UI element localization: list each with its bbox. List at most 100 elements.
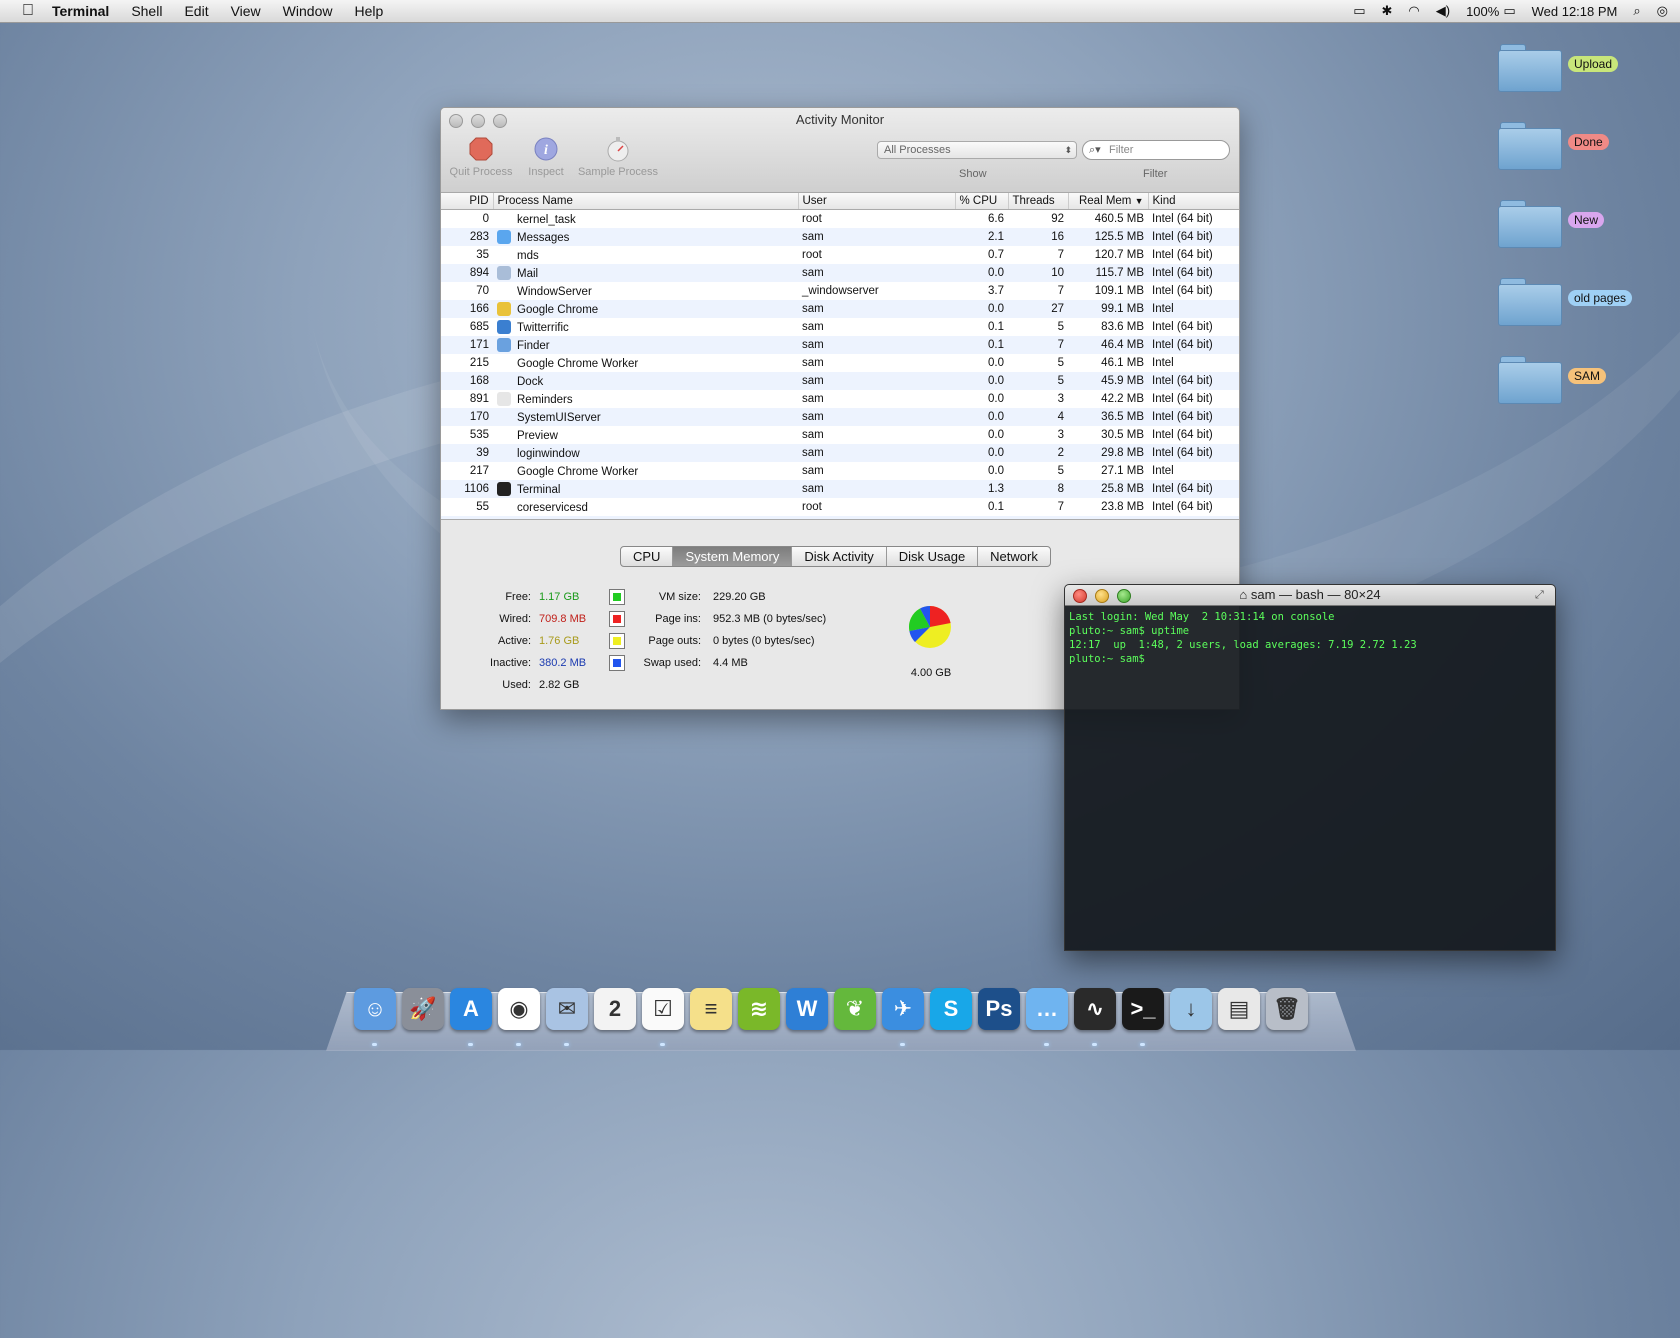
reminders-icon[interactable]: ☑	[642, 988, 684, 1030]
downloads-folder-icon[interactable]: ↓	[1170, 988, 1212, 1030]
col-header-user[interactable]: User	[798, 193, 956, 210]
table-row[interactable]: 894 Mail sam 0.0 10 115.7 MB Intel (64 bit)	[441, 264, 1239, 282]
chrome-icon[interactable]: ◉	[498, 988, 540, 1030]
kind-cell: Intel (64 bit)	[1148, 408, 1239, 426]
trash-icon[interactable]: 🗑	[1266, 988, 1308, 1030]
word-icon[interactable]: W	[786, 988, 828, 1030]
quit-process-button[interactable]: Quit Process	[445, 136, 517, 178]
col-header-pid[interactable]: PID	[441, 193, 494, 210]
table-row[interactable]: 215 Google Chrome Worker sam 0.0 5 46.1 MB Int…	[441, 354, 1239, 372]
table-row[interactable]: 283 Messages sam 2.1 16 125.5 MB Intel (64 bit…	[441, 228, 1239, 246]
documents-icon[interactable]: ▤	[1218, 988, 1260, 1030]
twitterrific-icon[interactable]: ✈	[882, 988, 924, 1030]
menu-app-name[interactable]: Terminal	[52, 3, 109, 19]
show-processes-popup[interactable]: All Processes ⬍	[877, 141, 1077, 159]
am-toolbar: Activity Monitor Quit Process i Inspect …	[441, 108, 1239, 193]
photoshop-icon[interactable]: Ps	[978, 988, 1020, 1030]
table-row[interactable]: 891 Reminders sam 0.0 3 42.2 MB Intel (64 bit)	[441, 390, 1239, 408]
desktop-folder-icon[interactable]	[1498, 276, 1562, 326]
desktop-folder-label[interactable]: Upload	[1568, 56, 1619, 72]
col-header-process-name[interactable]: Process Name	[493, 193, 799, 210]
table-row[interactable]: 1107CalendarAgentsam0.0723.3 MBIntel (64…	[441, 516, 1239, 519]
skype-icon[interactable]: S	[930, 988, 972, 1030]
tab-system-memory[interactable]: System Memory	[673, 547, 793, 566]
battery-icon[interactable]: ▭	[1503, 3, 1515, 19]
process-name-cell: Google Chrome Worker	[493, 462, 798, 480]
table-row[interactable]: 35 mds root 0.7 7 120.7 MB Intel (64 bit)	[441, 246, 1239, 264]
sample-process-button[interactable]: Sample Process	[575, 136, 661, 178]
app-store-icon[interactable]: A	[450, 988, 492, 1030]
table-row[interactable]: 685 Twitterrific sam 0.1 5 83.6 MB Intel (64 b…	[441, 318, 1239, 336]
table-row[interactable]: 1106 Terminal sam 1.3 8 25.8 MB Intel (64 bit)	[441, 480, 1239, 498]
tab-disk-activity[interactable]: Disk Activity	[792, 547, 887, 566]
table-row[interactable]: 168 Dock sam 0.0 5 45.9 MB Intel (64 bit)	[441, 372, 1239, 390]
wired-color-swatch[interactable]	[609, 611, 625, 627]
col-header-cpu[interactable]: % CPU	[955, 193, 1009, 210]
col-header-threads[interactable]: Threads	[1008, 193, 1069, 210]
tab-disk-usage[interactable]: Disk Usage	[887, 547, 979, 566]
volume-icon[interactable]: ◀)	[1436, 3, 1450, 19]
desktop-folder-icon[interactable]	[1498, 120, 1562, 170]
wifi-icon[interactable]: ◠	[1408, 3, 1419, 19]
table-row[interactable]: 55 coreservicesd root 0.1 7 23.8 MB Intel (64 …	[441, 498, 1239, 516]
col-header-kind[interactable]: Kind	[1148, 193, 1239, 210]
desktop-folder-label[interactable]: Done	[1568, 134, 1609, 150]
table-row[interactable]: 0 kernel_task root 6.6 92 460.5 MB Intel (64 b…	[441, 209, 1239, 228]
mail-icon[interactable]: ✉	[546, 988, 588, 1030]
table-row[interactable]: 217 Google Chrome Worker sam 0.0 5 27.1 MB Int…	[441, 462, 1239, 480]
tab-network[interactable]: Network	[978, 547, 1050, 566]
clock[interactable]: Wed 12:18 PM	[1532, 4, 1618, 19]
table-row[interactable]: 39 loginwindow sam 0.0 2 29.8 MB Intel (64 bit…	[441, 444, 1239, 462]
table-row[interactable]: 166 Google Chrome sam 0.0 27 99.1 MB Intel	[441, 300, 1239, 318]
launchpad-icon[interactable]: 🚀	[402, 988, 444, 1030]
pid-cell: 55	[441, 498, 493, 516]
fullscreen-icon[interactable]: ⤢	[1535, 589, 1547, 601]
terminal-icon	[497, 482, 511, 496]
col-header-real-mem[interactable]: Real Mem ▼	[1068, 193, 1149, 210]
menu-shell[interactable]: Shell	[131, 3, 162, 19]
inactive-color-swatch[interactable]	[609, 655, 625, 671]
bluetooth-icon[interactable]: ✱	[1381, 3, 1392, 19]
table-row[interactable]: 535 Preview sam 0.0 3 30.5 MB Intel (64 bit)	[441, 426, 1239, 444]
table-row[interactable]: 170 SystemUIServer sam 0.0 4 36.5 MB Intel (64…	[441, 408, 1239, 426]
activity-monitor-icon[interactable]: ∿	[1074, 988, 1116, 1030]
threads-cell: 2	[1008, 444, 1068, 462]
table-row[interactable]: 70 WindowServer _windowserver 3.7 7 109.1 MB I…	[441, 282, 1239, 300]
filter-search-field[interactable]: ⌕▾ Filter	[1082, 140, 1230, 160]
desktop-folder-label[interactable]: New	[1568, 212, 1605, 228]
inspect-button[interactable]: i Inspect	[523, 136, 569, 178]
spotlight-icon[interactable]: ⌕	[1633, 3, 1640, 19]
tab-cpu[interactable]: CPU	[621, 547, 674, 566]
messages-icon[interactable]: …	[1026, 988, 1068, 1030]
apple-menu-icon[interactable]: 	[18, 2, 38, 20]
desktop-folder-label[interactable]: SAM	[1568, 368, 1607, 384]
process-table-container[interactable]: PID Process Name User % CPU Threads Real…	[441, 193, 1239, 520]
menu-window[interactable]: Window	[283, 3, 333, 19]
terminal-output[interactable]: Last login: Wed May 2 10:31:14 on consol…	[1065, 606, 1555, 670]
menu-view[interactable]: View	[231, 3, 261, 19]
desktop-folder-icon[interactable]	[1498, 198, 1562, 248]
terminal-icon[interactable]: >_	[1122, 988, 1164, 1030]
threads-cell: 27	[1008, 300, 1068, 318]
notes-icon[interactable]: ≡	[690, 988, 732, 1030]
airplay-icon[interactable]: ▭	[1353, 3, 1365, 19]
page-outs-value: 0 bytes (0 bytes/sec)	[713, 635, 815, 647]
table-row[interactable]: 171 Finder sam 0.1 7 46.4 MB Intel (64 bit)	[441, 336, 1239, 354]
running-indicator	[516, 1043, 521, 1046]
desktop-folder-label[interactable]: old pages	[1568, 290, 1633, 306]
active-color-swatch[interactable]	[609, 633, 625, 649]
desktop-folder-icon[interactable]	[1498, 42, 1562, 92]
threads-cell: 92	[1008, 209, 1068, 228]
desktop-folder-icon[interactable]	[1498, 354, 1562, 404]
menu-edit[interactable]: Edit	[184, 3, 208, 19]
notification-center-icon[interactable]: ◎	[1657, 3, 1668, 19]
process-name-cell: Reminders	[493, 390, 798, 408]
running-indicator	[564, 1043, 569, 1046]
battery-percent[interactable]: 100%	[1466, 4, 1499, 19]
free-color-swatch[interactable]	[609, 589, 625, 605]
menu-help[interactable]: Help	[354, 3, 383, 19]
finder-icon[interactable]: ☺	[354, 988, 396, 1030]
calendar-icon[interactable]: 2	[594, 988, 636, 1030]
spotify-icon[interactable]: ≋	[738, 988, 780, 1030]
leaf-icon[interactable]: ❦	[834, 988, 876, 1030]
